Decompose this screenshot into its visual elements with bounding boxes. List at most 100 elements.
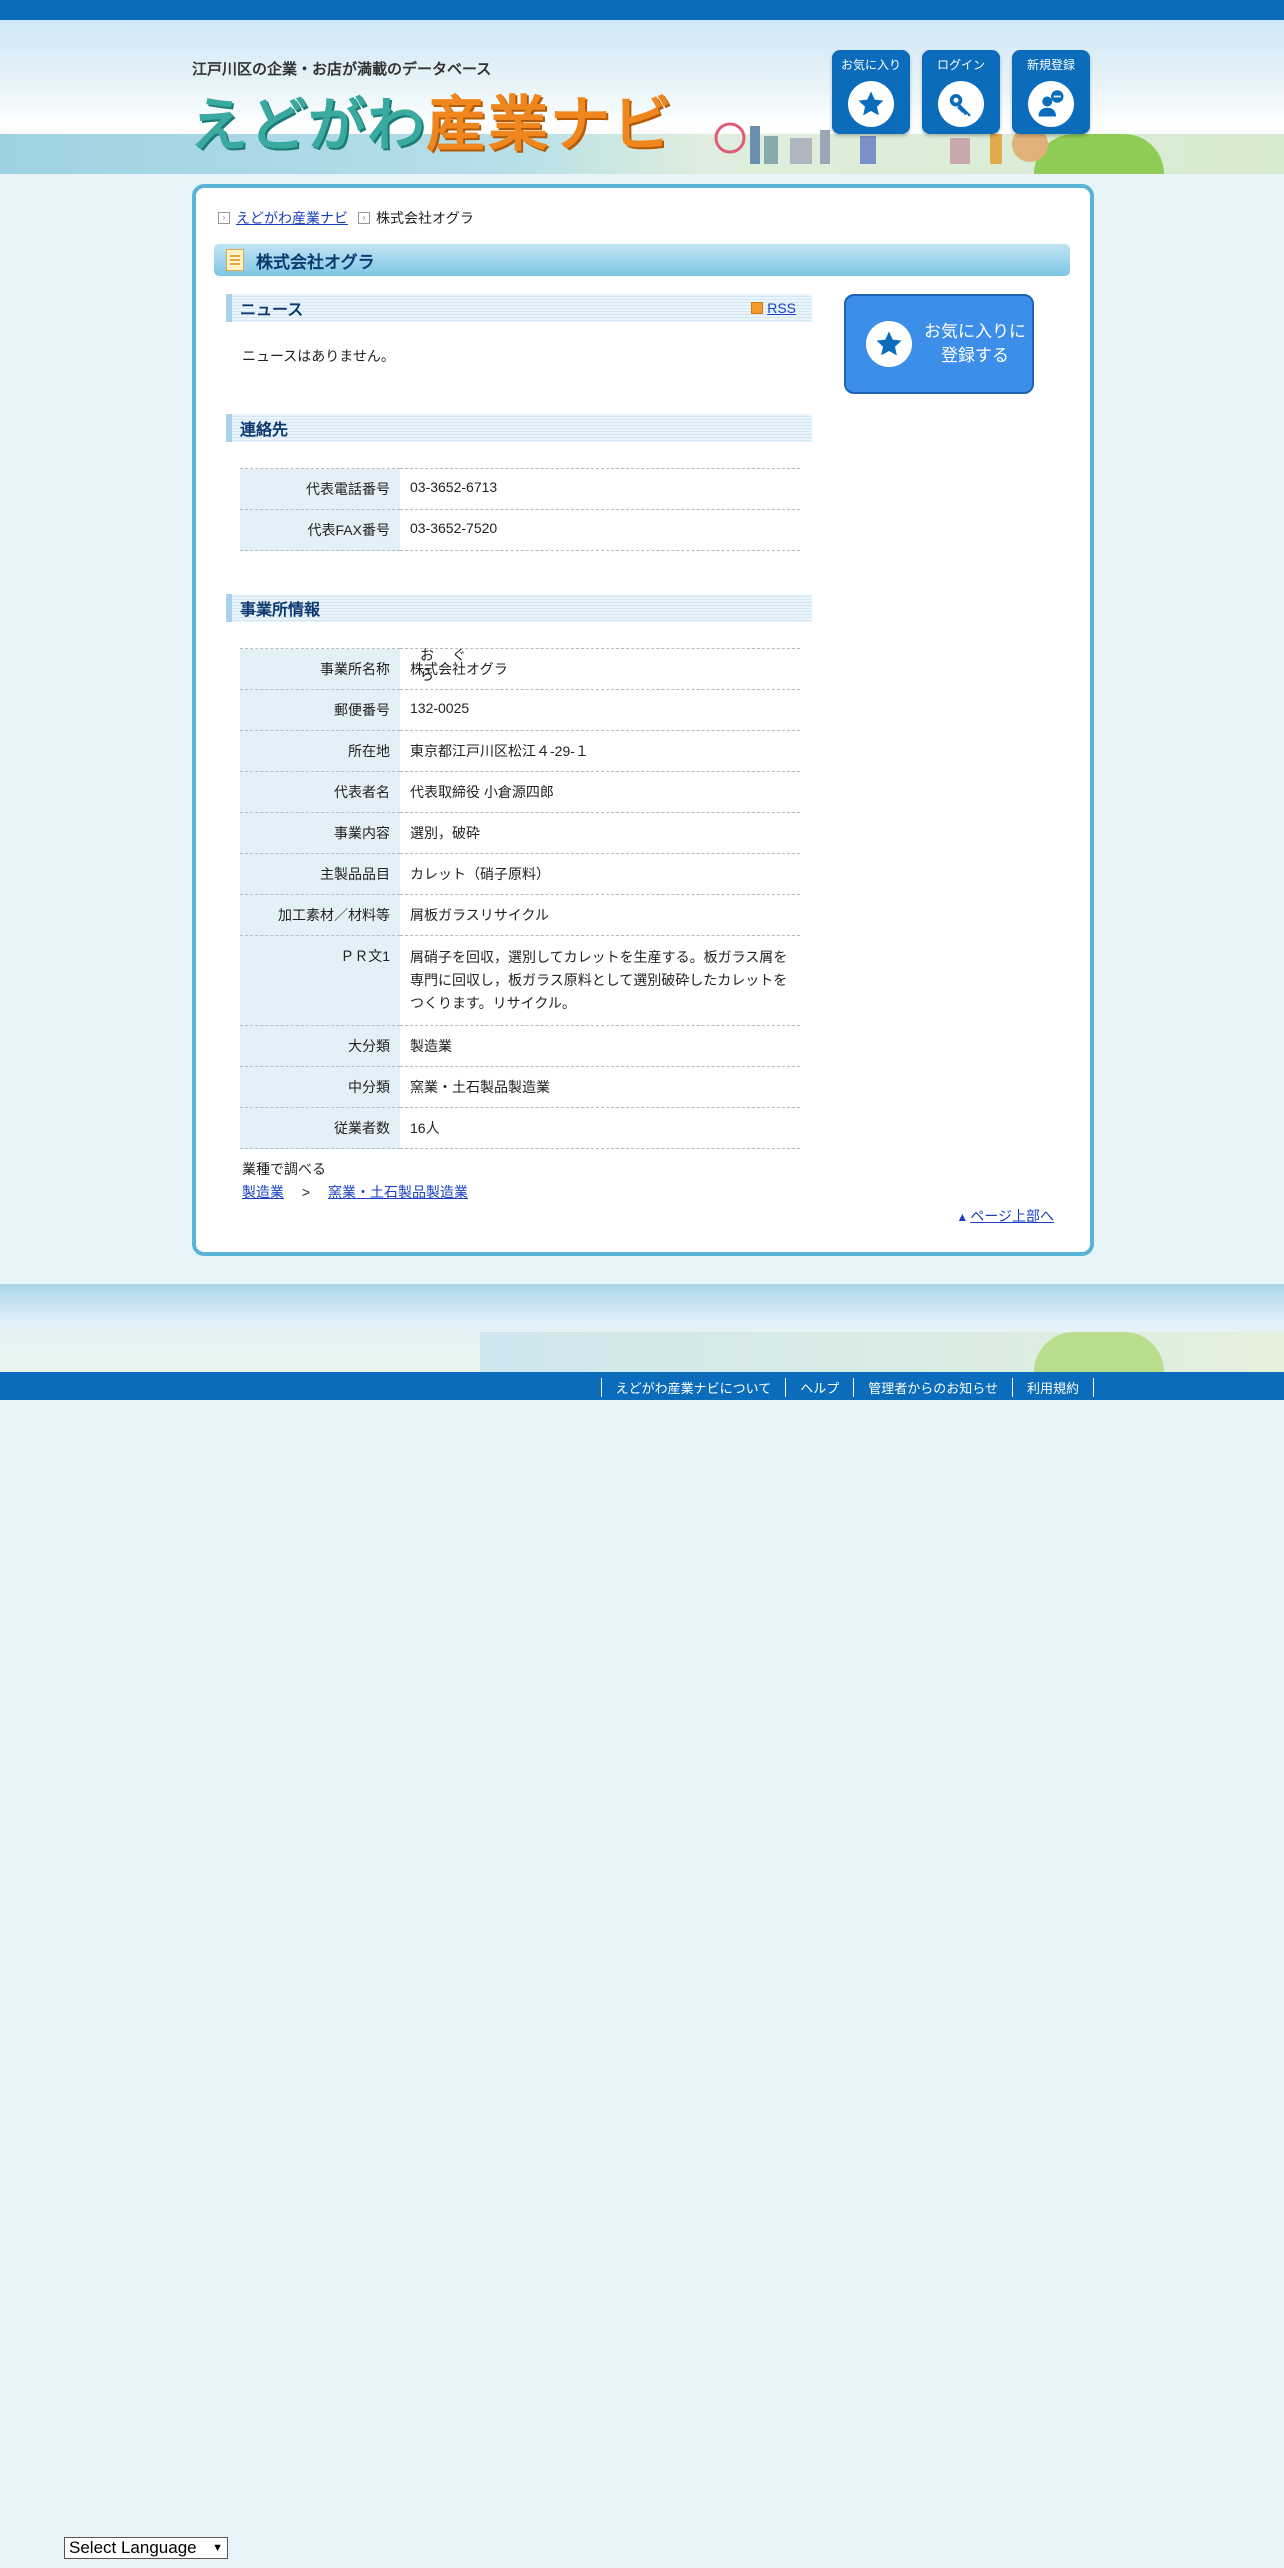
breadcrumb-arrow-icon: ›: [218, 212, 230, 224]
up-triangle-icon: ▲: [956, 1210, 969, 1224]
office-table: 事業所名称 おぐら 株式会社オグラ 郵便番号 132-0025 所在地 東京都江…: [240, 647, 800, 1149]
table-key: 加工素材／材料等: [240, 894, 400, 936]
footer-bar: えどがわ産業ナビについて ヘルプ 管理者からのお知らせ 利用規約: [0, 1372, 1284, 1400]
top-bar: [0, 0, 1284, 20]
logo-text-sangyo-navi: 産業ナビ: [426, 91, 675, 158]
chevron-down-icon: ▼: [212, 2542, 223, 2554]
table-row: 代表者名 代表取締役 小倉源四郎: [240, 771, 800, 813]
table-key: 郵便番号: [240, 689, 400, 731]
add-to-favorites-line2: 登録する: [941, 346, 1009, 365]
news-heading: ニュース: [240, 302, 304, 319]
table-key: 従業者数: [240, 1107, 400, 1149]
table-value: 屑板ガラスリサイクル: [400, 894, 800, 936]
office-name-ruby: おぐら: [420, 647, 484, 683]
table-value: おぐら 株式会社オグラ: [400, 647, 800, 690]
table-value: 代表取締役 小倉源四郎: [400, 771, 800, 813]
footer-scenery: [0, 1284, 1284, 1372]
table-row: 事業内容 選別，破砕: [240, 812, 800, 854]
star-icon: [848, 81, 894, 127]
table-value: 03-3652-6713: [400, 468, 800, 510]
add-to-favorites-label: お気に入りに 登録する: [924, 320, 1026, 368]
table-row: 代表FAX番号 03-3652-7520: [240, 509, 800, 551]
site-logo[interactable]: えどがわ 産業ナビ: [190, 76, 674, 158]
table-key: 代表電話番号: [240, 468, 400, 510]
page-title-bar: 株式会社オグラ: [214, 244, 1070, 276]
industry-link-manufacturing[interactable]: 製造業: [242, 1184, 284, 1200]
table-row: 郵便番号 132-0025: [240, 689, 800, 731]
language-select[interactable]: Select Language ▼: [64, 2537, 228, 2559]
login-button-label: ログイン: [936, 58, 985, 72]
office-heading: 事業所情報: [240, 602, 321, 619]
table-row: ＰＲ文1 屑硝子を回収，選別してカレットを生産する。板ガラス屑を専門に回収し，板…: [240, 935, 800, 1026]
industry-label: 業種で調べる: [242, 1161, 326, 1177]
breadcrumb: › えどがわ産業ナビ › 株式会社オグラ: [218, 208, 474, 228]
table-key: 主製品品目: [240, 853, 400, 895]
table-row: 事業所名称 おぐら 株式会社オグラ: [240, 647, 800, 690]
table-key: 事業所名称: [240, 648, 400, 690]
language-select-value: Select Language: [69, 2538, 197, 2557]
table-value: 窯業・土石製品製造業: [400, 1066, 800, 1108]
user-add-icon: [1028, 81, 1074, 127]
favorites-button[interactable]: お気に入り: [832, 50, 910, 134]
table-row: 中分類 窯業・土石製品製造業: [240, 1066, 800, 1108]
breadcrumb-arrow-icon: ›: [358, 212, 370, 224]
table-row: 大分類 製造業: [240, 1025, 800, 1067]
table-value: 選別，破砕: [400, 812, 800, 854]
register-button[interactable]: 新規登録: [1012, 50, 1090, 134]
page-top-link[interactable]: ページ上部へ: [970, 1208, 1054, 1224]
add-to-favorites-button[interactable]: お気に入りに 登録する: [844, 294, 1034, 394]
table-value: 東京都江戸川区松江４-29-１: [400, 730, 800, 772]
star-icon: [866, 321, 912, 367]
industry-links: 業種で調べる 製造業 > 窯業・土石製品製造業: [242, 1158, 468, 1204]
table-value: 132-0025: [400, 689, 800, 731]
main-content-panel: › えどがわ産業ナビ › 株式会社オグラ 株式会社オグラ ニュース RSS ニュ…: [192, 184, 1094, 1256]
industry-separator: >: [301, 1184, 311, 1200]
page-title: 株式会社オグラ: [256, 252, 375, 272]
office-name-with-ruby: おぐら 株式会社オグラ: [410, 647, 508, 683]
table-key: 大分類: [240, 1025, 400, 1067]
table-key: 中分類: [240, 1066, 400, 1108]
table-row: 従業者数 16人: [240, 1107, 800, 1149]
table-key: ＰＲ文1: [240, 935, 400, 1026]
register-button-label: 新規登録: [1026, 58, 1075, 72]
table-key: 事業内容: [240, 812, 400, 854]
footer-link-terms[interactable]: 利用規約: [1011, 1378, 1094, 1397]
table-key: 所在地: [240, 730, 400, 772]
news-empty-message: ニュースはありません。: [242, 348, 395, 364]
table-key: 代表者名: [240, 771, 400, 813]
table-row: 加工素材／材料等 屑板ガラスリサイクル: [240, 894, 800, 936]
breadcrumb-home-link[interactable]: えどがわ産業ナビ: [236, 208, 348, 228]
industry-link-ceramics[interactable]: 窯業・土石製品製造業: [328, 1184, 468, 1200]
footer-link-help[interactable]: ヘルプ: [785, 1378, 853, 1397]
page-top-link-container: ▲ ページ上部へ: [956, 1206, 1054, 1226]
table-value: 03-3652-7520: [400, 509, 800, 551]
office-section-header: 事業所情報: [226, 594, 812, 622]
login-button[interactable]: ログイン: [922, 50, 1000, 134]
footer-link-notices[interactable]: 管理者からのお知らせ: [853, 1378, 1012, 1397]
table-row: 主製品品目 カレット（硝子原料）: [240, 853, 800, 895]
table-value: 16人: [400, 1107, 800, 1149]
footer-link-about[interactable]: えどがわ産業ナビについて: [600, 1378, 786, 1397]
key-icon: [938, 81, 984, 127]
news-section-header: ニュース RSS: [226, 294, 812, 322]
rss-link-container: RSS: [751, 300, 796, 316]
breadcrumb-current: 株式会社オグラ: [376, 210, 474, 226]
document-icon: [226, 249, 244, 271]
contact-section-header: 連絡先: [226, 414, 812, 442]
logo-text-edogawa: えどがわ: [190, 93, 427, 158]
table-value: 屑硝子を回収，選別してカレットを生産する。板ガラス屑を専門に回収し，板ガラス原料…: [400, 935, 800, 1026]
rss-link[interactable]: RSS: [767, 300, 796, 316]
favorites-button-label: お気に入り: [840, 58, 901, 72]
site-header: 江戸川区の企業・お店が満載のデータベース えどがわ 産業ナビ お気に入り ログイ…: [0, 20, 1284, 174]
rss-icon: [751, 302, 764, 314]
footer-scenery-hill: [1034, 1332, 1164, 1372]
table-key: 代表FAX番号: [240, 509, 400, 551]
footer-nav: えどがわ産業ナビについて ヘルプ 管理者からのお知らせ 利用規約: [600, 1378, 1094, 1397]
add-to-favorites-line1: お気に入りに: [924, 322, 1026, 341]
table-row: 所在地 東京都江戸川区松江４-29-１: [240, 730, 800, 772]
contact-heading: 連絡先: [240, 422, 289, 439]
table-value: カレット（硝子原料）: [400, 853, 800, 895]
contact-table: 代表電話番号 03-3652-6713 代表FAX番号 03-3652-7520: [240, 468, 800, 551]
table-row: 代表電話番号 03-3652-6713: [240, 468, 800, 510]
table-value: 製造業: [400, 1025, 800, 1067]
